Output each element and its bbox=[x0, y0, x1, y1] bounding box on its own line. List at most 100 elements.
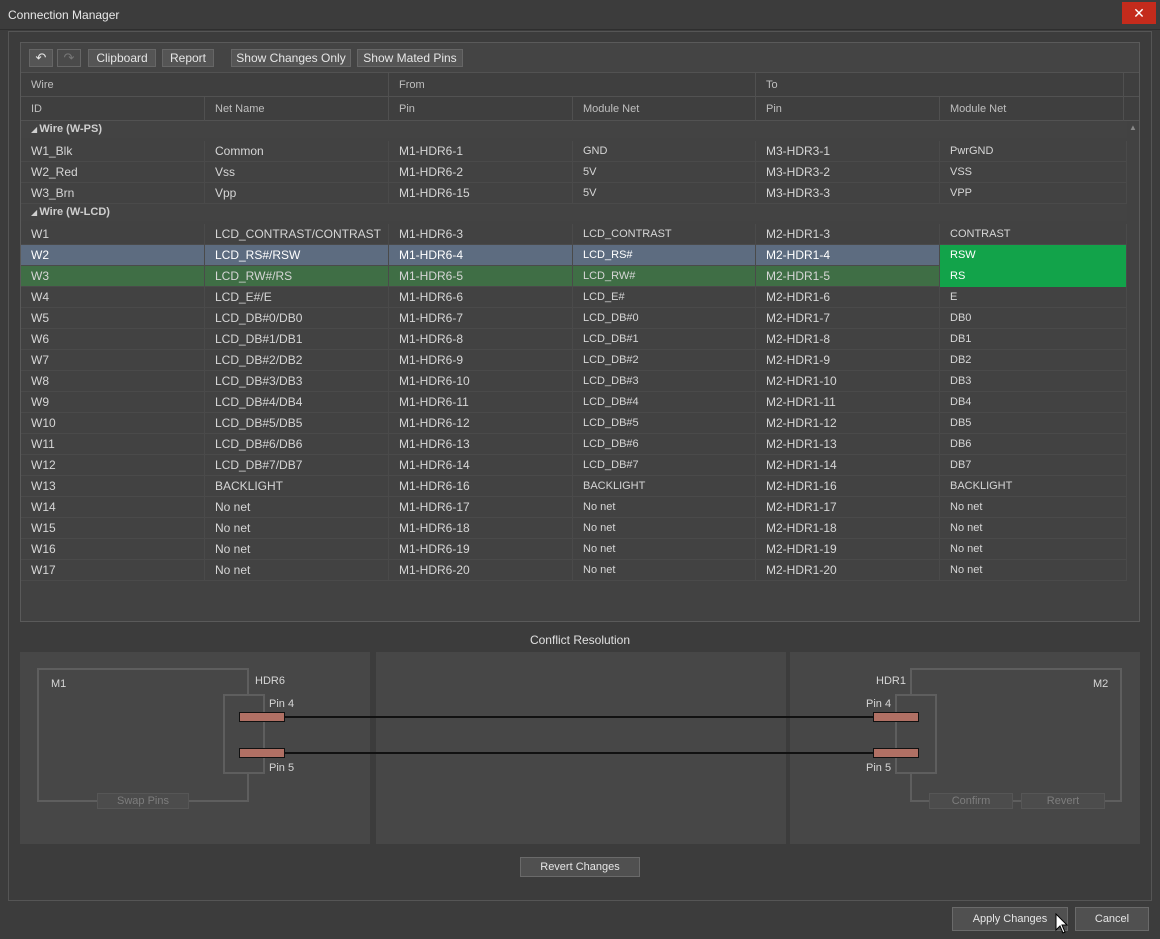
cell-id[interactable]: W6 bbox=[21, 329, 205, 350]
cell-from-module-net[interactable]: LCD_DB#2 bbox=[573, 350, 756, 371]
show-changes-only-button[interactable]: Show Changes Only bbox=[231, 49, 351, 67]
cell-from-module-net[interactable]: LCD_DB#1 bbox=[573, 329, 756, 350]
cell-from-pin[interactable]: M1-HDR6-10 bbox=[389, 371, 573, 392]
cell-to-module-net[interactable]: No net bbox=[940, 539, 1127, 560]
table-row[interactable]: W15 No net M1-HDR6-18 No net M2-HDR1-18 No ne… bbox=[21, 518, 1127, 539]
cell-to-pin[interactable]: M2-HDR1-5 bbox=[756, 266, 940, 287]
close-icon[interactable]: ✕ bbox=[1122, 2, 1156, 24]
cell-net-name[interactable]: LCD_DB#0/DB0 bbox=[205, 308, 389, 329]
cell-net-name[interactable]: LCD_RS#/RSW bbox=[205, 245, 389, 266]
cell-from-module-net[interactable]: No net bbox=[573, 518, 756, 539]
cell-id[interactable]: W14 bbox=[21, 497, 205, 518]
cell-from-pin[interactable]: M1-HDR6-9 bbox=[389, 350, 573, 371]
cell-id[interactable]: W8 bbox=[21, 371, 205, 392]
left-pin5-pad[interactable] bbox=[239, 748, 285, 758]
cell-to-pin[interactable]: M2-HDR1-7 bbox=[756, 308, 940, 329]
cell-net-name[interactable]: No net bbox=[205, 497, 389, 518]
cell-to-module-net[interactable]: DB3 bbox=[940, 371, 1127, 392]
cell-net-name[interactable]: LCD_DB#5/DB5 bbox=[205, 413, 389, 434]
revert-changes-button[interactable]: Revert Changes bbox=[520, 857, 640, 877]
cell-to-module-net[interactable]: DB6 bbox=[940, 434, 1127, 455]
cell-from-module-net[interactable]: LCD_RW# bbox=[573, 266, 756, 287]
cell-net-name[interactable]: LCD_RW#/RS bbox=[205, 266, 389, 287]
group-header[interactable]: ◢ Wire (W-PS) bbox=[21, 121, 1127, 138]
cell-to-module-net[interactable]: RSW bbox=[940, 245, 1127, 266]
column-from-pin[interactable]: Pin bbox=[389, 97, 573, 121]
cell-id[interactable]: W15 bbox=[21, 518, 205, 539]
cell-from-module-net[interactable]: No net bbox=[573, 539, 756, 560]
cell-to-pin[interactable]: M2-HDR1-6 bbox=[756, 287, 940, 308]
left-pin4-pad[interactable] bbox=[239, 712, 285, 722]
cell-net-name[interactable]: No net bbox=[205, 539, 389, 560]
column-to-pin[interactable]: Pin bbox=[756, 97, 940, 121]
cell-to-module-net[interactable]: PwrGND bbox=[940, 141, 1127, 162]
cell-to-pin[interactable]: M2-HDR1-3 bbox=[756, 224, 940, 245]
cell-to-module-net[interactable]: DB7 bbox=[940, 455, 1127, 476]
cell-id[interactable]: W1 bbox=[21, 224, 205, 245]
cell-from-pin[interactable]: M1-HDR6-6 bbox=[389, 287, 573, 308]
cell-from-module-net[interactable]: LCD_DB#4 bbox=[573, 392, 756, 413]
cell-net-name[interactable]: No net bbox=[205, 560, 389, 581]
cell-to-module-net[interactable]: DB0 bbox=[940, 308, 1127, 329]
right-pin5-pad[interactable] bbox=[873, 748, 919, 758]
column-id[interactable]: ID bbox=[21, 97, 205, 121]
cell-from-pin[interactable]: M1-HDR6-8 bbox=[389, 329, 573, 350]
cell-to-module-net[interactable]: DB1 bbox=[940, 329, 1127, 350]
cell-to-pin[interactable]: M2-HDR1-18 bbox=[756, 518, 940, 539]
cell-to-module-net[interactable]: DB2 bbox=[940, 350, 1127, 371]
cell-to-module-net[interactable]: BACKLIGHT bbox=[940, 476, 1127, 497]
table-row[interactable]: W7 LCD_DB#2/DB2 M1-HDR6-9 LCD_DB#2 M2-HDR1-9… bbox=[21, 350, 1127, 371]
cell-to-pin[interactable]: M2-HDR1-20 bbox=[756, 560, 940, 581]
cell-from-module-net[interactable]: LCD_CONTRAST bbox=[573, 224, 756, 245]
cell-to-pin[interactable]: M3-HDR3-1 bbox=[756, 141, 940, 162]
column-from-module-net[interactable]: Module Net bbox=[573, 97, 756, 121]
cell-id[interactable]: W10 bbox=[21, 413, 205, 434]
cell-from-module-net[interactable]: LCD_E# bbox=[573, 287, 756, 308]
cell-to-pin[interactable]: M3-HDR3-3 bbox=[756, 183, 940, 204]
cell-net-name[interactable]: BACKLIGHT bbox=[205, 476, 389, 497]
cell-id[interactable]: W2_Red bbox=[21, 162, 205, 183]
cell-from-pin[interactable]: M1-HDR6-18 bbox=[389, 518, 573, 539]
cell-to-pin[interactable]: M2-HDR1-16 bbox=[756, 476, 940, 497]
cell-to-module-net[interactable]: RS bbox=[940, 266, 1127, 287]
revert-button[interactable]: Revert bbox=[1021, 793, 1105, 809]
cell-net-name[interactable]: LCD_DB#7/DB7 bbox=[205, 455, 389, 476]
cell-id[interactable]: W3_Brn bbox=[21, 183, 205, 204]
show-mated-pins-button[interactable]: Show Mated Pins bbox=[357, 49, 463, 67]
column-group-wire[interactable]: Wire bbox=[21, 73, 389, 97]
cell-from-pin[interactable]: M1-HDR6-2 bbox=[389, 162, 573, 183]
cell-to-module-net[interactable]: DB4 bbox=[940, 392, 1127, 413]
cell-from-module-net[interactable]: 5V bbox=[573, 183, 756, 204]
cell-to-pin[interactable]: M3-HDR3-2 bbox=[756, 162, 940, 183]
table-row[interactable]: W17 No net M1-HDR6-20 No net M2-HDR1-20 No ne… bbox=[21, 560, 1127, 581]
table-row[interactable]: W1 LCD_CONTRAST/CONTRAST M1-HDR6-3 LCD_CONT… bbox=[21, 224, 1127, 245]
cell-id[interactable]: W3 bbox=[21, 266, 205, 287]
cell-to-pin[interactable]: M2-HDR1-9 bbox=[756, 350, 940, 371]
column-group-to[interactable]: To bbox=[756, 73, 1124, 97]
table-row[interactable]: W6 LCD_DB#1/DB1 M1-HDR6-8 LCD_DB#1 M2-HDR1-8… bbox=[21, 329, 1127, 350]
column-group-from[interactable]: From bbox=[389, 73, 756, 97]
cell-from-pin[interactable]: M1-HDR6-19 bbox=[389, 539, 573, 560]
cell-net-name[interactable]: LCD_DB#4/DB4 bbox=[205, 392, 389, 413]
cell-net-name[interactable]: Vpp bbox=[205, 183, 389, 204]
cell-from-pin[interactable]: M1-HDR6-20 bbox=[389, 560, 573, 581]
cell-to-pin[interactable]: M2-HDR1-11 bbox=[756, 392, 940, 413]
cell-to-module-net[interactable]: CONTRAST bbox=[940, 224, 1127, 245]
undo-icon[interactable]: ↶ bbox=[29, 49, 53, 67]
cell-from-module-net[interactable]: LCD_DB#5 bbox=[573, 413, 756, 434]
cell-from-pin[interactable]: M1-HDR6-13 bbox=[389, 434, 573, 455]
table-row[interactable]: W10 LCD_DB#5/DB5 M1-HDR6-12 LCD_DB#5 M2-HDR1… bbox=[21, 413, 1127, 434]
cell-id[interactable]: W16 bbox=[21, 539, 205, 560]
table-row[interactable]: W11 LCD_DB#6/DB6 M1-HDR6-13 LCD_DB#6 M2-HDR1… bbox=[21, 434, 1127, 455]
table-row[interactable]: W14 No net M1-HDR6-17 No net M2-HDR1-17 No ne… bbox=[21, 497, 1127, 518]
cell-id[interactable]: W17 bbox=[21, 560, 205, 581]
table-row[interactable]: W12 LCD_DB#7/DB7 M1-HDR6-14 LCD_DB#7 M2-HDR1… bbox=[21, 455, 1127, 476]
cell-to-module-net[interactable]: E bbox=[940, 287, 1127, 308]
cell-from-module-net[interactable]: BACKLIGHT bbox=[573, 476, 756, 497]
cell-from-module-net[interactable]: LCD_RS# bbox=[573, 245, 756, 266]
cell-net-name[interactable]: LCD_DB#6/DB6 bbox=[205, 434, 389, 455]
report-button[interactable]: Report bbox=[162, 49, 214, 67]
swap-pins-button[interactable]: Swap Pins bbox=[97, 793, 189, 809]
cell-to-pin[interactable]: M2-HDR1-14 bbox=[756, 455, 940, 476]
cell-from-module-net[interactable]: LCD_DB#0 bbox=[573, 308, 756, 329]
